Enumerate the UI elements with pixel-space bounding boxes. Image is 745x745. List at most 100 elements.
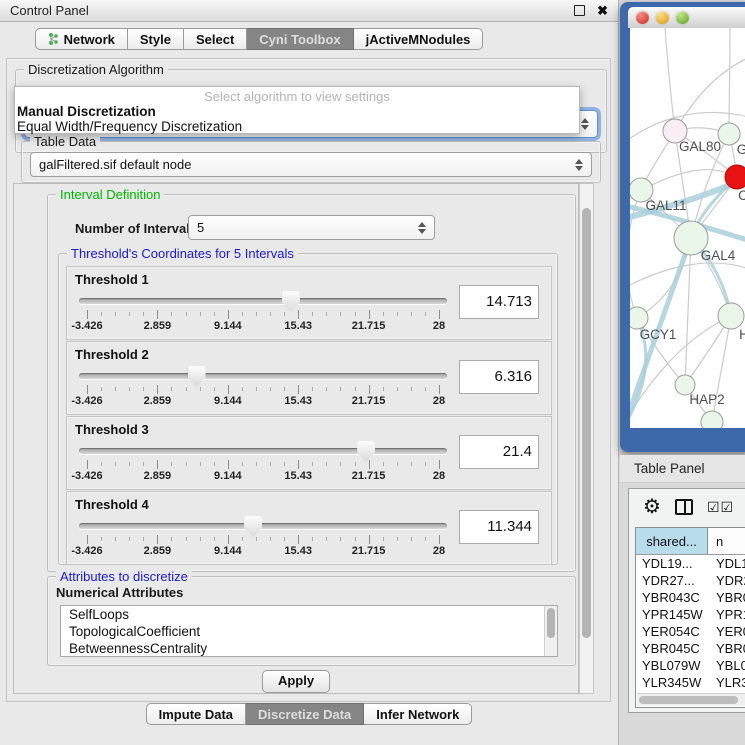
- column-header-name[interactable]: n: [708, 528, 745, 554]
- table-row[interactable]: YPR145WYPR1: [636, 606, 745, 623]
- tab-network[interactable]: Network: [35, 28, 128, 50]
- network-node[interactable]: [701, 411, 723, 428]
- zoom-traffic-light-icon[interactable]: [676, 11, 689, 24]
- tab-discretize-data[interactable]: Discretize Data: [246, 703, 364, 725]
- float-window-icon[interactable]: [574, 5, 585, 16]
- table-horizontal-scrollbar[interactable]: [637, 693, 745, 706]
- network-edge[interactable]: [675, 56, 745, 131]
- number-of-intervals-combobox[interactable]: 5: [188, 215, 435, 240]
- network-view-window: GAL80GCGAL11GAL4GCY1HHAP2: [620, 2, 745, 452]
- slider-thumb[interactable]: [282, 291, 300, 312]
- threshold-panel-3: Threshold 3 -3.4262.8599.14415.4321.71528…: [66, 416, 552, 490]
- tab-select[interactable]: Select: [184, 28, 247, 50]
- tab-label: Select: [196, 32, 234, 47]
- network-edge[interactable]: [630, 263, 745, 290]
- scale-label: 21.715: [352, 545, 386, 557]
- network-edge[interactable]: [685, 238, 691, 385]
- attribute-item-selfloops[interactable]: SelfLoops: [61, 606, 557, 623]
- table-row[interactable]: YBR045CYBR0: [636, 640, 745, 657]
- algorithm-hint-option[interactable]: Select algorithm to view settings: [15, 89, 579, 104]
- threshold-label: Threshold 1: [75, 272, 149, 287]
- scale-label: 15.43: [284, 545, 312, 557]
- threshold-value-field[interactable]: 11.344: [459, 510, 539, 544]
- threshold-slider-3[interactable]: -3.4262.8599.14415.4321.71528: [79, 441, 447, 487]
- table-data-combobox-value: galFiltered.sif default node: [39, 157, 569, 172]
- attributes-scrollbar[interactable]: [544, 606, 557, 656]
- threshold-slider-1[interactable]: -3.4262.8599.14415.4321.71528: [79, 291, 447, 337]
- cyni-toolbox-panel: Discretization Algorithm Table Data galF…: [6, 58, 611, 702]
- slider-thumb[interactable]: [244, 516, 262, 537]
- table-data-combobox[interactable]: galFiltered.sif default node: [30, 152, 592, 177]
- table-row[interactable]: YBR043CYBR0: [636, 589, 745, 606]
- scale-label: 9.144: [214, 395, 242, 407]
- minimize-traffic-light-icon[interactable]: [656, 11, 669, 24]
- network-canvas[interactable]: GAL80GCGAL11GAL4GCY1HHAP2: [630, 28, 745, 428]
- network-node-gcy1[interactable]: [630, 307, 648, 329]
- threshold-coordinates-group: Threshold's Coordinates for 5 Intervals …: [58, 253, 558, 565]
- checkbox-icons[interactable]: ☑☑: [707, 500, 734, 514]
- node-attribute-table[interactable]: shared... n YDL19...YDL1YDR27...YDR2YBR0…: [635, 527, 745, 708]
- control-panel-title: Control Panel: [10, 3, 89, 18]
- settings-vertical-scrollbar[interactable]: [579, 183, 594, 694]
- network-window-titlebar: [628, 7, 745, 28]
- algorithm-option-manual-discretization[interactable]: Manual Discretization: [15, 104, 579, 119]
- slider-track[interactable]: [79, 373, 447, 379]
- cell-name: YDR2: [708, 572, 745, 589]
- algorithm-option-equal-width-frequency-discretization[interactable]: Equal Width/Frequency Discretization: [15, 119, 579, 134]
- table-row[interactable]: YLR345WYLR3: [636, 674, 745, 691]
- tab-impute-data[interactable]: Impute Data: [146, 703, 246, 725]
- attribute-item-betweennesscentrality[interactable]: BetweennessCentrality: [61, 640, 557, 657]
- table-row[interactable]: YDR27...YDR2: [636, 572, 745, 589]
- cell-name: YBL0: [708, 657, 745, 674]
- top-tab-bar-wrap: NetworkStyle Select Cyni Toolbox jActiveMNo…: [0, 28, 618, 54]
- table-row[interactable]: YBL079WYBL0: [636, 657, 745, 674]
- network-node-label: GCY1: [640, 327, 677, 342]
- tab-label: jActiveMNodules: [366, 32, 471, 47]
- top-tab-bar: NetworkStyle Select Cyni Toolbox jActiveMNo…: [35, 28, 484, 54]
- split-columns-icon[interactable]: [675, 499, 693, 515]
- slider-ticks: [87, 310, 439, 320]
- threshold-slider-2[interactable]: -3.4262.8599.14415.4321.71528: [79, 366, 447, 412]
- slider-thumb[interactable]: [188, 366, 206, 387]
- threshold-slider-4[interactable]: -3.4262.8599.14415.4321.71528: [79, 516, 447, 562]
- column-header-shared[interactable]: shared...: [636, 528, 708, 554]
- slider-thumb[interactable]: [357, 441, 375, 462]
- slider-track[interactable]: [79, 298, 447, 304]
- network-node-label: H: [739, 327, 745, 342]
- cell-name: YBR0: [708, 640, 745, 657]
- threshold-value-field[interactable]: 6.316: [459, 360, 539, 394]
- threshold-value-field[interactable]: 14.713: [459, 285, 539, 319]
- table-row[interactable]: YDL19...YDL1: [636, 555, 745, 572]
- interval-definition-group: Interval Definition Number of Intervals …: [47, 194, 576, 572]
- tab-style[interactable]: Style: [128, 28, 184, 50]
- slider-track[interactable]: [79, 448, 447, 454]
- network-node-c[interactable]: [725, 165, 745, 189]
- close-traffic-light-icon[interactable]: [636, 11, 649, 24]
- slider-track[interactable]: [79, 523, 447, 529]
- network-node-label: GAL11: [645, 198, 686, 213]
- numerical-attributes-label: Numerical Attributes: [56, 585, 183, 600]
- network-edge[interactable]: [665, 28, 675, 131]
- attribute-item-topologicalcoefficient[interactable]: TopologicalCoefficient: [61, 623, 557, 640]
- apply-button[interactable]: Apply: [262, 670, 330, 693]
- slider-ticks: [87, 535, 439, 545]
- tab-infer-network[interactable]: Infer Network: [364, 703, 472, 725]
- table-panel-header: Table Panel: [620, 455, 745, 483]
- network-node-label: G: [737, 142, 745, 157]
- gear-icon[interactable]: ⚙: [643, 497, 661, 517]
- network-node-h[interactable]: [718, 303, 744, 329]
- network-node-label: C: [738, 188, 745, 203]
- close-icon[interactable]: ✖: [597, 4, 608, 17]
- tab-cyni-toolbox[interactable]: Cyni Toolbox: [247, 28, 353, 50]
- network-edge[interactable]: [729, 28, 730, 134]
- numerical-attributes-list[interactable]: SelfLoopsTopologicalCoefficientBetweenne…: [60, 605, 558, 657]
- threshold-label: Threshold 2: [75, 347, 149, 362]
- network-icon: [48, 32, 59, 46]
- scale-label: -3.426: [71, 545, 102, 557]
- table-row[interactable]: YER054CYER0: [636, 623, 745, 640]
- scale-label: 2.859: [144, 395, 172, 407]
- threshold-value-field[interactable]: 21.4: [459, 435, 539, 469]
- tab-jactivemnodules[interactable]: jActiveMNodules: [354, 28, 484, 50]
- threshold-label: Threshold 3: [75, 422, 149, 437]
- table-header-row: shared... n: [636, 528, 745, 555]
